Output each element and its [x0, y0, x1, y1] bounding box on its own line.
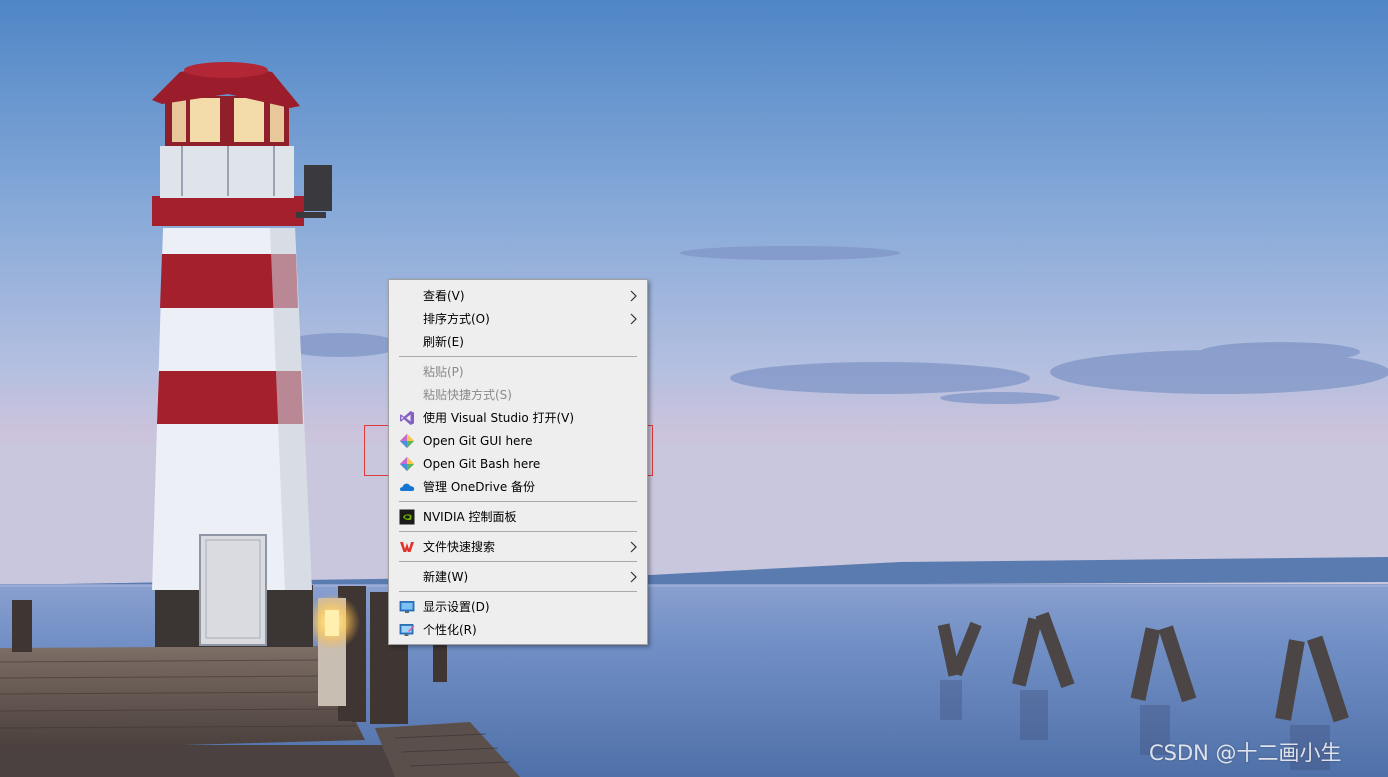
menu-item-label: 管理 OneDrive 备份: [423, 480, 536, 494]
menu-item-open-git-bash[interactable]: Open Git Bash here: [391, 453, 645, 475]
menu-separator: [399, 531, 637, 532]
menu-separator: [399, 561, 637, 562]
menu-item-paste[interactable]: 粘贴(P): [391, 361, 645, 383]
chevron-right-icon: [630, 541, 637, 553]
menu-separator: [399, 591, 637, 592]
menu-item-label: 个性化(R): [423, 623, 477, 637]
display-settings-icon: [399, 601, 415, 613]
chevron-right-icon: [630, 290, 637, 302]
menu-item-open-git-gui[interactable]: Open Git GUI here: [391, 430, 645, 452]
menu-item-manage-onedrive-backup[interactable]: 管理 OneDrive 备份: [391, 476, 645, 498]
menu-item-label: 新建(W): [423, 570, 469, 584]
desktop-context-menu: 查看(V) 排序方式(O) 刷新(E) 粘贴(P) 粘贴快捷方式(S) 使用 V…: [388, 279, 648, 645]
menu-item-sort-by[interactable]: 排序方式(O): [391, 308, 645, 330]
menu-item-label: 使用 Visual Studio 打开(V): [423, 411, 575, 425]
menu-item-file-quick-search[interactable]: 文件快速搜索: [391, 536, 645, 558]
menu-item-new[interactable]: 新建(W): [391, 566, 645, 588]
menu-item-label: 排序方式(O): [423, 312, 490, 326]
menu-item-label: NVIDIA 控制面板: [423, 510, 517, 524]
menu-item-display-settings[interactable]: 显示设置(D): [391, 596, 645, 618]
menu-item-label: 文件快速搜索: [423, 540, 496, 554]
menu-item-label: 显示设置(D): [423, 600, 490, 614]
menu-item-open-with-visual-studio[interactable]: 使用 Visual Studio 打开(V): [391, 407, 645, 429]
menu-item-personalize[interactable]: 个性化(R): [391, 619, 645, 641]
menu-item-nvidia-control-panel[interactable]: NVIDIA 控制面板: [391, 506, 645, 528]
menu-item-label: 粘贴快捷方式(S): [423, 388, 512, 402]
personalize-icon: [399, 624, 415, 636]
menu-item-paste-shortcut[interactable]: 粘贴快捷方式(S): [391, 384, 645, 406]
visual-studio-icon: [400, 411, 414, 425]
menu-item-label: Open Git Bash here: [423, 457, 541, 471]
chevron-right-icon: [630, 313, 637, 325]
nvidia-icon: [399, 509, 415, 525]
menu-item-label: Open Git GUI here: [423, 434, 533, 448]
menu-item-label: 粘贴(P): [423, 365, 464, 379]
onedrive-icon: [399, 483, 415, 491]
git-gui-icon: [400, 434, 414, 448]
menu-item-refresh[interactable]: 刷新(E): [391, 331, 645, 353]
desktop-wallpaper: [0, 0, 1388, 777]
wps-icon: [400, 542, 414, 552]
chevron-right-icon: [630, 571, 637, 583]
git-bash-icon: [400, 457, 414, 471]
desktop[interactable]: 查看(V) 排序方式(O) 刷新(E) 粘贴(P) 粘贴快捷方式(S) 使用 V…: [0, 0, 1388, 777]
menu-separator: [399, 356, 637, 357]
menu-item-label: 查看(V): [423, 289, 465, 303]
menu-separator: [399, 501, 637, 502]
menu-item-label: 刷新(E): [423, 335, 464, 349]
watermark-text: CSDN @十二画小生: [1149, 741, 1342, 765]
menu-item-view[interactable]: 查看(V): [391, 285, 645, 307]
